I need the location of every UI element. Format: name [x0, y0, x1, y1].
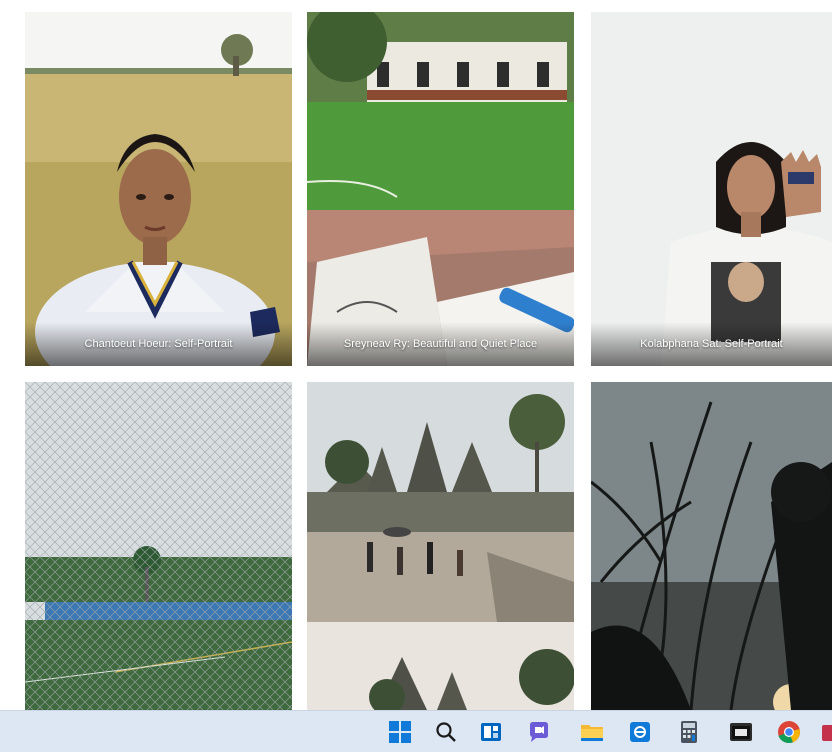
photo-woman-portrait — [591, 12, 832, 366]
gallery-tile-5[interactable] — [307, 382, 574, 710]
terminal-icon[interactable] — [728, 719, 754, 745]
photo-field-selfie — [25, 12, 292, 366]
photo-football-field — [25, 382, 292, 710]
photo-angkor-wat — [307, 382, 574, 710]
store-icon[interactable] — [627, 719, 653, 745]
search-icon[interactable] — [433, 719, 459, 745]
gallery-tile-4[interactable] — [25, 382, 292, 710]
gallery-tile-6[interactable] — [591, 382, 832, 710]
taskbar — [0, 710, 832, 752]
gallery-tile-3[interactable]: Kolabphana Sat: Self-Portrait — [591, 12, 832, 366]
calculator-icon[interactable] — [676, 719, 702, 745]
photo-lawn-book — [307, 12, 574, 366]
file-explorer-icon[interactable] — [579, 719, 605, 745]
photo-palms-dusk — [591, 382, 832, 710]
chrome-icon[interactable] — [776, 719, 802, 745]
gallery-tile-1[interactable]: Chantoeut Hoeur: Self-Portrait — [25, 12, 292, 366]
chat-icon[interactable] — [526, 719, 552, 745]
windows-start-icon[interactable] — [387, 719, 413, 745]
tile-caption: Chantoeut Hoeur: Self-Portrait — [25, 322, 292, 366]
tile-caption: Sreyneav Ry: Beautiful and Quiet Place — [307, 322, 574, 366]
gallery-tile-2[interactable]: Sreyneav Ry: Beautiful and Quiet Place — [307, 12, 574, 366]
taskbar-edge-icon[interactable] — [822, 725, 832, 741]
task-view-icon[interactable] — [478, 719, 504, 745]
tile-caption: Kolabphana Sat: Self-Portrait — [591, 322, 832, 366]
